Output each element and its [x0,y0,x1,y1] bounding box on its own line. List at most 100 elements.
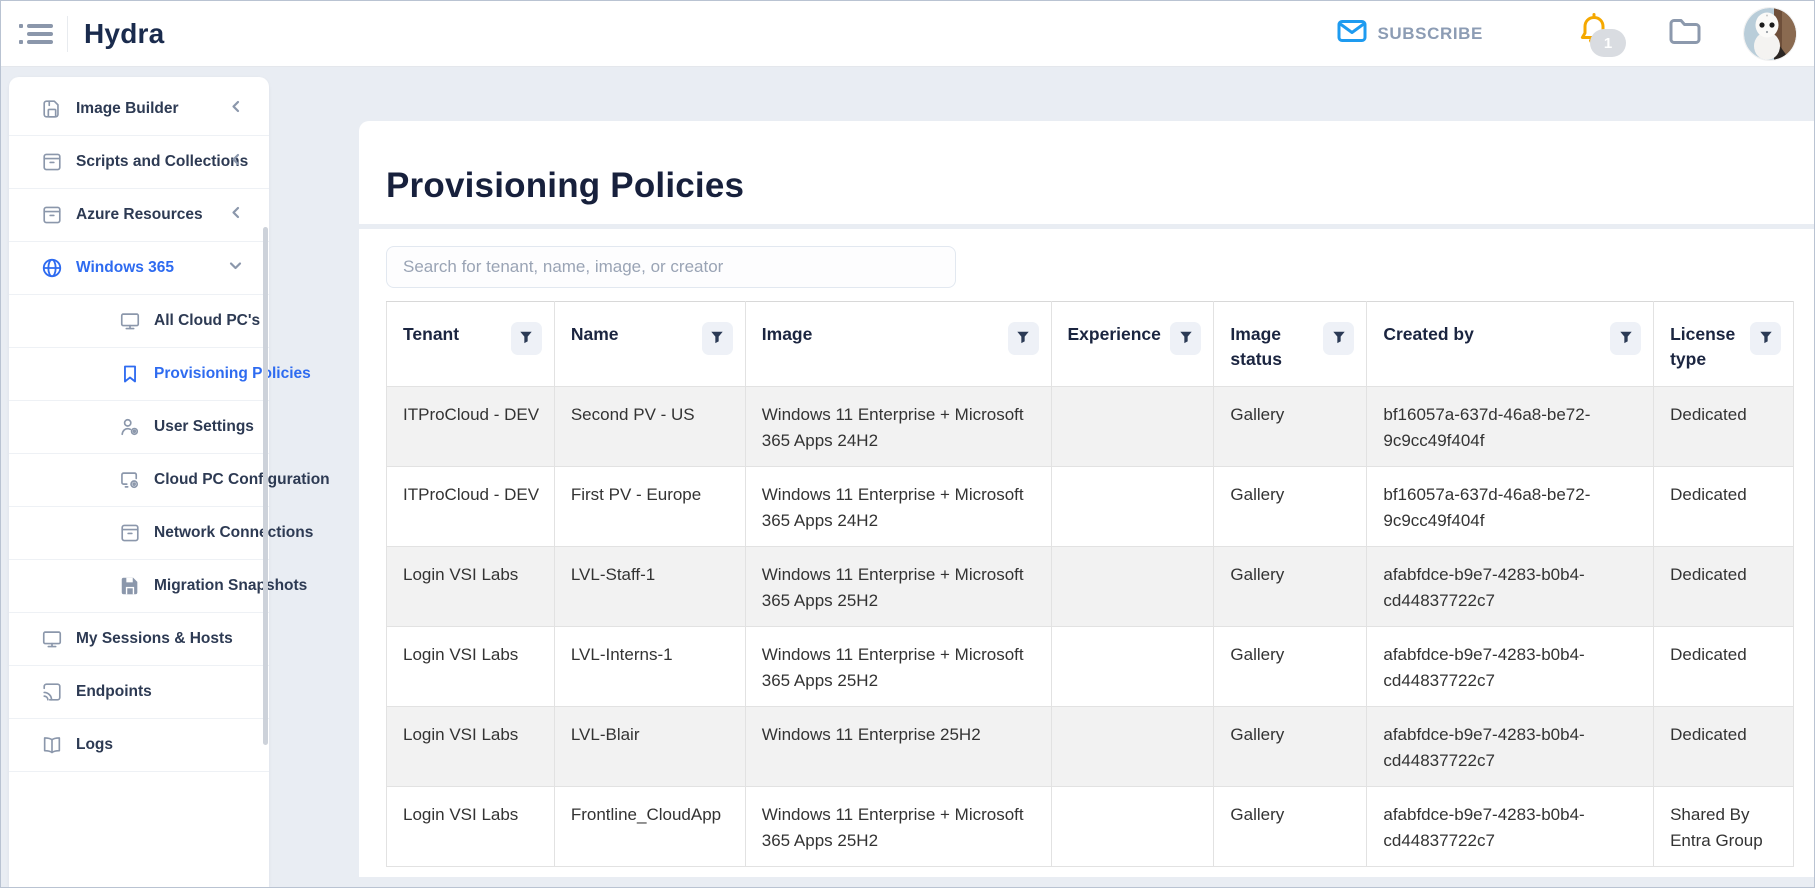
notification-count-badge: 1 [1590,29,1626,57]
filter-button[interactable] [702,322,733,355]
sidebar-item-label: All Cloud PC's [154,312,260,330]
top-navigation-bar: Hydra SUBSCRIBE [1,1,1814,67]
book-icon [41,734,63,756]
sidebar-item-label: Network Connections [154,524,313,542]
table-cell [1051,387,1214,467]
notifications-button[interactable]: 1 [1578,13,1610,54]
funnel-icon [1179,330,1193,347]
table-cell: Gallery [1214,467,1367,547]
table-cell: Windows 11 Enterprise + Microsoft 365 Ap… [745,387,1051,467]
sidebar-item-network-connections[interactable]: Network Connections [9,507,269,560]
sidebar-item-image-builder[interactable]: Image Builder [9,83,269,136]
table-cell: Gallery [1214,787,1367,867]
funnel-icon [1619,330,1633,347]
column-header-created-by: Created by [1367,302,1654,387]
table-cell: afabfdce-b9e7-4283-b0b4-cd44837722c7 [1367,627,1654,707]
table-cell: Dedicated [1654,627,1794,707]
table-cell: Windows 11 Enterprise + Microsoft 365 Ap… [745,787,1051,867]
app-window: Hydra SUBSCRIBE [0,0,1815,888]
sidebar-item-windows-365[interactable]: Windows 365 [9,242,269,295]
table-cell: Gallery [1214,547,1367,627]
sidebar-item-label: Migration Snapshots [154,577,307,595]
sidebar-item-label: Windows 365 [76,259,174,277]
sidebar-item-all-cloud-pc-s[interactable]: All Cloud PC's [9,295,269,348]
sidebar-item-cloud-pc-configuration[interactable]: Cloud PC Configuration [9,454,269,507]
table-cell: ITProCloud - DEV [387,387,555,467]
monitor-icon [119,310,141,332]
sidebar-item-user-settings[interactable]: User Settings [9,401,269,454]
funnel-icon [1759,330,1773,347]
column-header-image: Image [745,302,1051,387]
column-header-label: Name [571,322,619,347]
table-cell: Dedicated [1654,547,1794,627]
table-row[interactable]: ITProCloud - DEVFirst PV - EuropeWindows… [387,467,1794,547]
column-header-label: Image [762,322,813,347]
filter-button[interactable] [1750,322,1781,355]
table-cell: LVL-Staff-1 [554,547,745,627]
sidebar-item-label: My Sessions & Hosts [76,630,233,648]
funnel-icon [1016,330,1030,347]
filter-button[interactable] [1610,322,1641,355]
sidebar-navigation: Image Builder Scripts and Collections Azur… [9,77,269,887]
table-cell: LVL-Blair [554,707,745,787]
filter-button[interactable] [1008,322,1039,355]
cast-icon [41,681,63,703]
table-row[interactable]: Login VSI LabsLVL-BlairWindows 11 Enterp… [387,707,1794,787]
table-cell [1051,547,1214,627]
filter-button[interactable] [1170,322,1201,355]
sidebar-item-provisioning-policies[interactable]: Provisioning Policies [9,348,269,401]
table-cell [1051,787,1214,867]
table-row[interactable]: Login VSI LabsFrontline_CloudAppWindows … [387,787,1794,867]
funnel-icon [1332,330,1346,347]
sidebar-item-label: Scripts and Collections [76,153,248,171]
table-cell: Windows 11 Enterprise 25H2 [745,707,1051,787]
table-row[interactable]: Login VSI LabsLVL-Staff-1Windows 11 Ente… [387,547,1794,627]
monitor-icon [41,628,63,650]
sidebar-item-my-sessions-hosts[interactable]: My Sessions & Hosts [9,613,269,666]
header-divider [67,16,68,52]
table-cell: Dedicated [1654,387,1794,467]
sidebar-item-azure-resources[interactable]: Azure Resources [9,189,269,242]
table-cell: Login VSI Labs [387,547,555,627]
table-cell: Windows 11 Enterprise + Microsoft 365 Ap… [745,627,1051,707]
page-title: Provisioning Policies [386,166,744,206]
funnel-icon [710,330,724,347]
sidebar-item-label: Logs [76,736,113,754]
table-row[interactable]: Login VSI LabsLVL-Interns-1Windows 11 En… [387,627,1794,707]
column-header-license-type: License type [1654,302,1794,387]
filter-button[interactable] [511,322,542,355]
content-card: Tenant Name Image Experience Image statu… [359,229,1814,877]
column-header-label: License type [1670,322,1744,373]
sidebar-item-migration-snapshots[interactable]: Migration Snapshots [9,560,269,613]
archive-icon [41,204,63,226]
search-input[interactable] [386,246,956,288]
menu-toggle-icon[interactable] [19,21,53,47]
files-button[interactable] [1668,16,1702,51]
page-title-card: Provisioning Policies [359,121,1814,224]
table-row[interactable]: ITProCloud - DEVSecond PV - USWindows 11… [387,387,1794,467]
chevron-left-icon [229,206,243,225]
folder-icon [1668,33,1702,50]
monitor-gear-icon [119,469,141,491]
table-cell [1051,627,1214,707]
table-cell: Login VSI Labs [387,707,555,787]
user-avatar[interactable] [1744,8,1796,60]
sidebar-item-label: User Settings [154,418,254,436]
funnel-icon [519,330,533,347]
subscribe-label: SUBSCRIBE [1377,24,1483,44]
filter-button[interactable] [1323,322,1354,355]
table-cell: afabfdce-b9e7-4283-b0b4-cd44837722c7 [1367,707,1654,787]
save-icon [119,575,141,597]
sidebar-item-scripts-and-collections[interactable]: Scripts and Collections [9,136,269,189]
sidebar-item-logs[interactable]: Logs [9,719,269,772]
app-title: Hydra [84,18,164,50]
sidebar-scrollbar-thumb[interactable] [263,227,268,745]
sidebar-item-endpoints[interactable]: Endpoints [9,666,269,719]
chevron-left-icon [229,153,243,172]
chevron-left-icon [229,100,243,119]
table-cell: bf16057a-637d-46a8-be72-9c9cc49f404f [1367,467,1654,547]
table-cell: Gallery [1214,627,1367,707]
subscribe-button[interactable]: SUBSCRIBE [1337,19,1483,48]
column-header-label: Created by [1383,322,1473,347]
column-header-experience: Experience [1051,302,1214,387]
